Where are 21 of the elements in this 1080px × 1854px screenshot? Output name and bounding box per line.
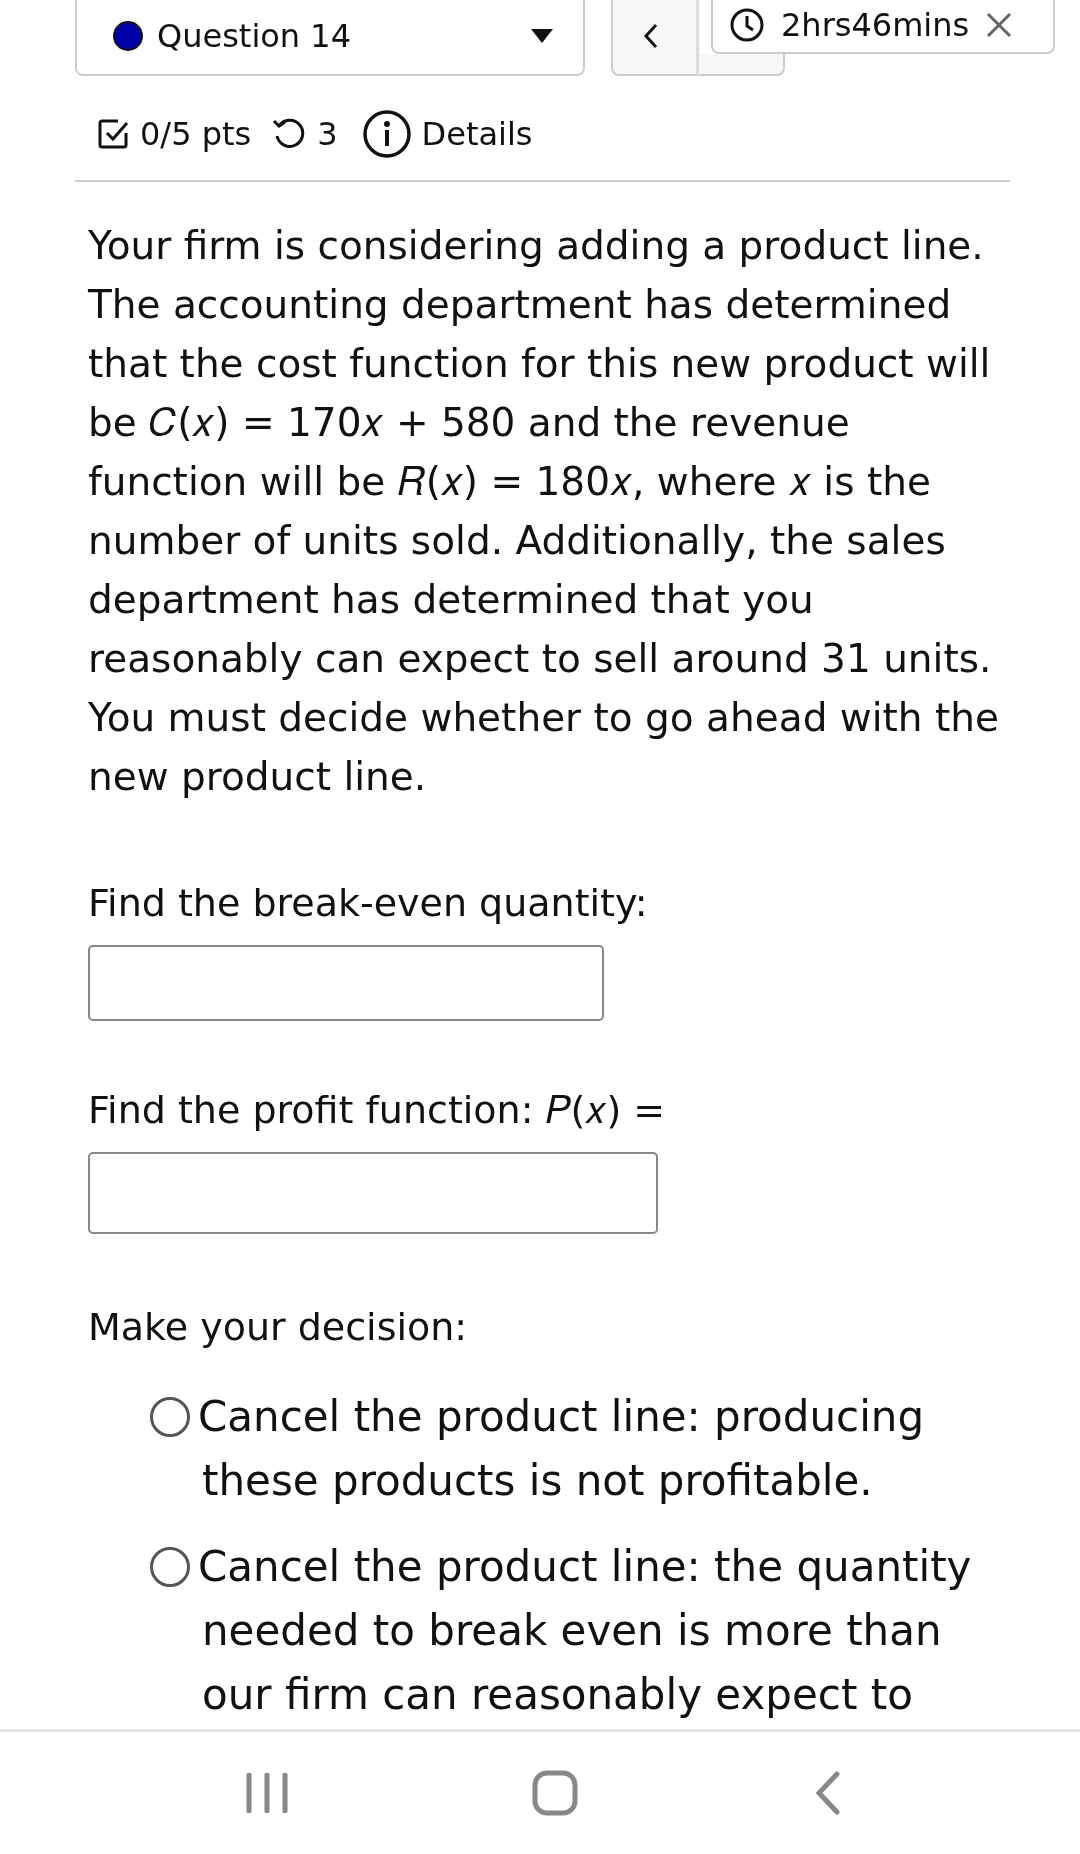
clock-icon [729, 7, 765, 43]
decision-prompt: Make your decision: [88, 1304, 469, 1351]
attempts-count: 3 [317, 115, 338, 153]
answer-field[interactable] [88, 945, 604, 1021]
radio-button[interactable] [150, 1397, 190, 1437]
caret-icon [531, 29, 553, 43]
question-dropdown[interactable]: Question 14 [75, 0, 585, 76]
question-prompt: Find the profit function: 𝑃(𝑥) = [88, 1087, 667, 1134]
question-prompt: Find the break-even quantity: [88, 880, 649, 927]
problem-text: Your firm is considering adding a product line. The accounting department has determined that the cost function for this new product will be 𝐶(𝑥) = 170𝑥 + 580 and the revenue function will be 𝑅(𝑥) = 180𝑥, where 𝑥 is the number of units sold. Additionally, the sales department has determined that you reasonably can expect to sell around 31 units. You must decide whether to go ahead with the new product line. [88, 222, 1000, 801]
close-icon[interactable] [985, 11, 1014, 39]
points-text: 0/5 pts [140, 115, 252, 153]
answer-field[interactable] [88, 1152, 658, 1234]
radio-button[interactable] [150, 1547, 190, 1587]
home-icon[interactable] [532, 1770, 578, 1816]
option-label[interactable]: Cancel the product line: producing these products is not profitable. [158, 1385, 1010, 1513]
option-label[interactable]: Cancel the product line: the quantity needed to break even is more than our firm can reasonably expect to [158, 1535, 1010, 1727]
details-link[interactable]: Details [421, 115, 533, 153]
checkbox-icon [96, 117, 130, 151]
timer-text: 2hrs46mins [781, 6, 970, 44]
info-icon[interactable] [361, 109, 412, 159]
